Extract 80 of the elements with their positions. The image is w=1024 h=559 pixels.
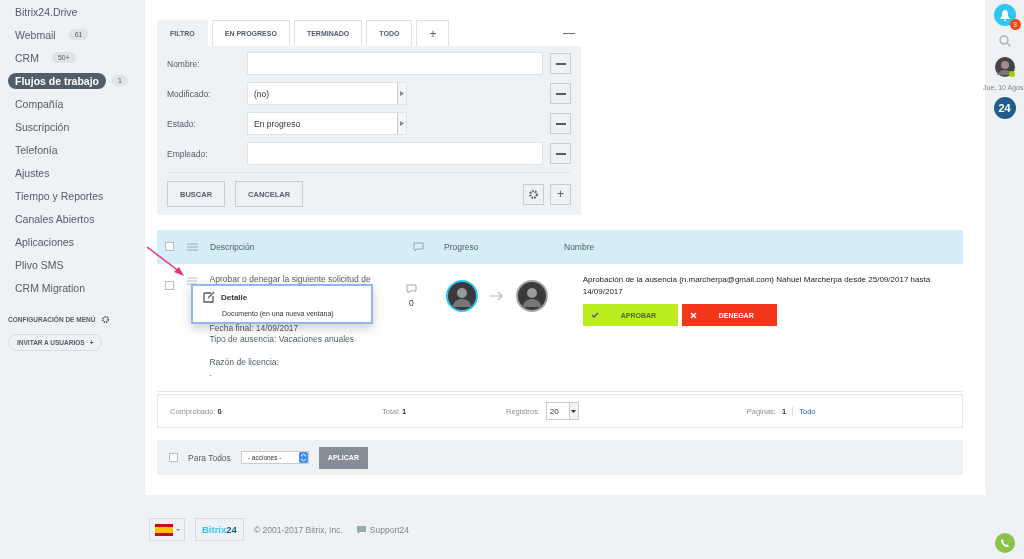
copyright: © 2001-2017 Bitrix, Inc. bbox=[253, 524, 343, 535]
settings-button[interactable] bbox=[523, 183, 544, 205]
sidebar-item[interactable]: Ajustes bbox=[8, 164, 57, 181]
for-all-label: Para Todos bbox=[188, 452, 231, 463]
comment-icon bbox=[356, 525, 366, 534]
sidebar-item[interactable]: Telefonía bbox=[8, 141, 65, 158]
remove-field-button[interactable] bbox=[550, 53, 571, 74]
description-line: Razón de licencia: bbox=[209, 356, 280, 368]
caret-icon bbox=[400, 91, 404, 96]
add-field-button[interactable]: + bbox=[550, 183, 571, 205]
field-label: Modificado: bbox=[167, 88, 212, 99]
bitrix24-button[interactable]: 24 bbox=[993, 97, 1016, 119]
remove-field-button[interactable] bbox=[550, 113, 571, 134]
row-checkbox[interactable] bbox=[165, 281, 174, 290]
input-field[interactable] bbox=[247, 52, 543, 75]
select-field[interactable]: En progreso bbox=[247, 112, 407, 135]
user-avatar[interactable] bbox=[993, 56, 1016, 78]
sidebar-item[interactable]: Plivo SMS bbox=[8, 256, 71, 273]
phone-icon bbox=[999, 538, 1010, 548]
field-label: Empleado: bbox=[167, 148, 209, 159]
description-line: Aprobar o denegar la siguiente solicitud de bbox=[209, 274, 372, 286]
column-header[interactable]: Descripción bbox=[210, 242, 413, 252]
caret-icon bbox=[175, 528, 180, 531]
column-header[interactable]: Nombre bbox=[564, 242, 595, 252]
field-label: Nombre: bbox=[167, 58, 201, 69]
logo[interactable]: Bitrix24 bbox=[195, 518, 244, 541]
input-field[interactable] bbox=[247, 142, 543, 165]
flag-icon bbox=[154, 523, 173, 536]
description-line: Fecha final: 14/09/2017 bbox=[209, 322, 300, 334]
sidebar-item[interactable]: CRM bbox=[8, 49, 46, 66]
call-button[interactable] bbox=[994, 533, 1015, 553]
arrow-icon bbox=[490, 291, 505, 301]
sidebar-item[interactable]: Aplicaciones bbox=[8, 233, 81, 250]
collapse-button[interactable]: — bbox=[557, 26, 581, 46]
minus-icon bbox=[555, 62, 566, 65]
pointer-arrow bbox=[146, 246, 186, 278]
sidebar-item[interactable]: Compañía bbox=[8, 95, 71, 112]
remove-field-button[interactable] bbox=[550, 143, 571, 164]
avatar bbox=[446, 280, 479, 312]
comment-icon[interactable] bbox=[405, 284, 417, 294]
language-button[interactable] bbox=[149, 518, 185, 541]
select-field[interactable]: (no) bbox=[247, 82, 407, 105]
support-link[interactable]: Support24 bbox=[369, 524, 410, 535]
description-line: Tipo de ausencia: Vacaciones anuales bbox=[209, 334, 356, 346]
minus-icon bbox=[555, 92, 566, 95]
check-icon bbox=[590, 312, 599, 318]
description-line: . bbox=[209, 368, 213, 380]
caret-icon bbox=[571, 409, 577, 413]
minus-icon bbox=[555, 152, 566, 155]
minus-icon bbox=[555, 122, 566, 125]
gear-icon bbox=[528, 188, 539, 200]
edit-icon bbox=[203, 291, 215, 303]
sidebar-item[interactable]: Flujos de trabajo bbox=[8, 72, 106, 89]
sidebar-item[interactable]: CRM Migration bbox=[8, 279, 92, 296]
sidebar-item[interactable]: Webmail bbox=[8, 26, 63, 43]
menu-item[interactable]: Detalle bbox=[203, 291, 361, 303]
field-label: Estado: bbox=[167, 118, 197, 129]
menu-icon[interactable] bbox=[187, 243, 198, 251]
sidebar-item[interactable]: Tiempo y Reportes bbox=[8, 187, 111, 204]
spinner-icon bbox=[298, 452, 308, 463]
close-icon bbox=[689, 311, 697, 319]
settings-icon[interactable] bbox=[101, 315, 111, 324]
sidebar-item[interactable]: Canales Abiertos bbox=[8, 210, 102, 227]
avatar bbox=[516, 280, 549, 312]
remove-field-button[interactable] bbox=[550, 83, 571, 104]
checkbox[interactable] bbox=[169, 453, 178, 462]
caret-icon bbox=[400, 121, 404, 126]
sidebar-item[interactable]: Suscripción bbox=[8, 118, 77, 135]
records-select[interactable]: 20 bbox=[545, 402, 579, 420]
comment-icon bbox=[413, 242, 424, 252]
notifications-button[interactable] bbox=[993, 4, 1016, 26]
sidebar-item[interactable]: Bitrix24.Drive bbox=[8, 3, 85, 20]
add-tab-button[interactable]: + bbox=[416, 20, 450, 46]
comment-count: 0 bbox=[408, 298, 414, 308]
task-name: Aprobación de la ausencia (n.marcherpa@gmail.com) Nahuel Marcherpa desde 25/09/2017 hasta 14/09/2017 bbox=[582, 274, 932, 297]
menu-icon[interactable] bbox=[186, 277, 198, 285]
search-icon[interactable] bbox=[998, 35, 1011, 47]
checkbox[interactable] bbox=[165, 241, 174, 251]
column-header[interactable]: Progreso bbox=[444, 242, 564, 252]
bell-icon bbox=[999, 9, 1010, 21]
